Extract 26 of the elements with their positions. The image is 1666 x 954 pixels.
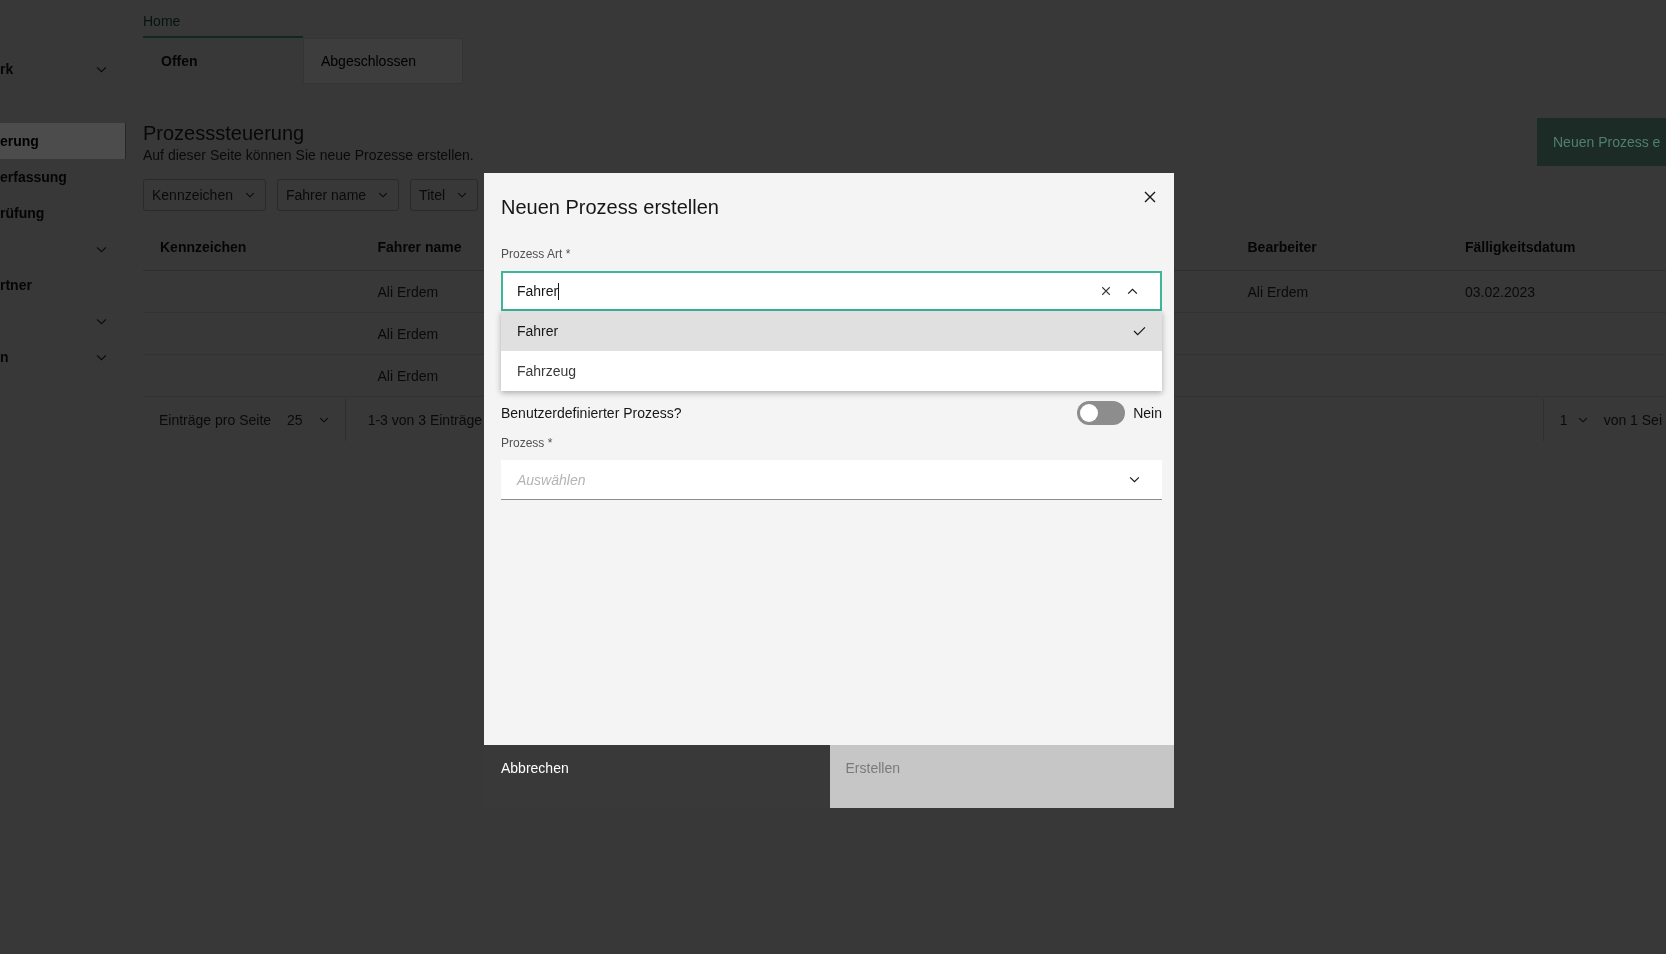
field-label: Prozess Art * [501,246,571,262]
toggle-label: Benutzerdefinierter Prozess? [501,405,682,421]
checkmark-icon [1133,326,1146,336]
chevron-down-icon [378,192,389,198]
toggle-switch[interactable] [1077,401,1126,425]
new-process-button[interactable]: Neuen Prozess e [1537,118,1666,166]
combobox-field[interactable]: Fahrer [501,271,1162,311]
chevron-down-icon [318,417,329,423]
modal-title: Neuen Prozess erstellen [501,195,719,220]
chevron-down-icon [244,192,255,198]
cancel-button[interactable]: Abbrechen [484,745,830,808]
select-placeholder: Auswählen [517,471,586,488]
sidebar-item[interactable]: erung [0,123,126,159]
chevron-up-icon[interactable] [1127,287,1138,295]
chevron-down-icon [1577,417,1588,423]
dropdown-option[interactable]: Fahrer [501,311,1162,351]
clear-icon[interactable] [1101,286,1111,296]
dropdown-option[interactable]: Fahrzeug [501,351,1162,391]
close-icon [1144,191,1156,203]
select-field[interactable]: Auswählen [501,460,1162,500]
combobox-value: Fahrer [517,282,560,300]
field-label: Prozess * [501,435,553,451]
tab[interactable]: Abgeschlossen [303,38,463,84]
chevron-down-icon [1129,476,1140,483]
chevron-down-icon [457,192,468,198]
toggle-state-text: Nein [1133,405,1162,421]
